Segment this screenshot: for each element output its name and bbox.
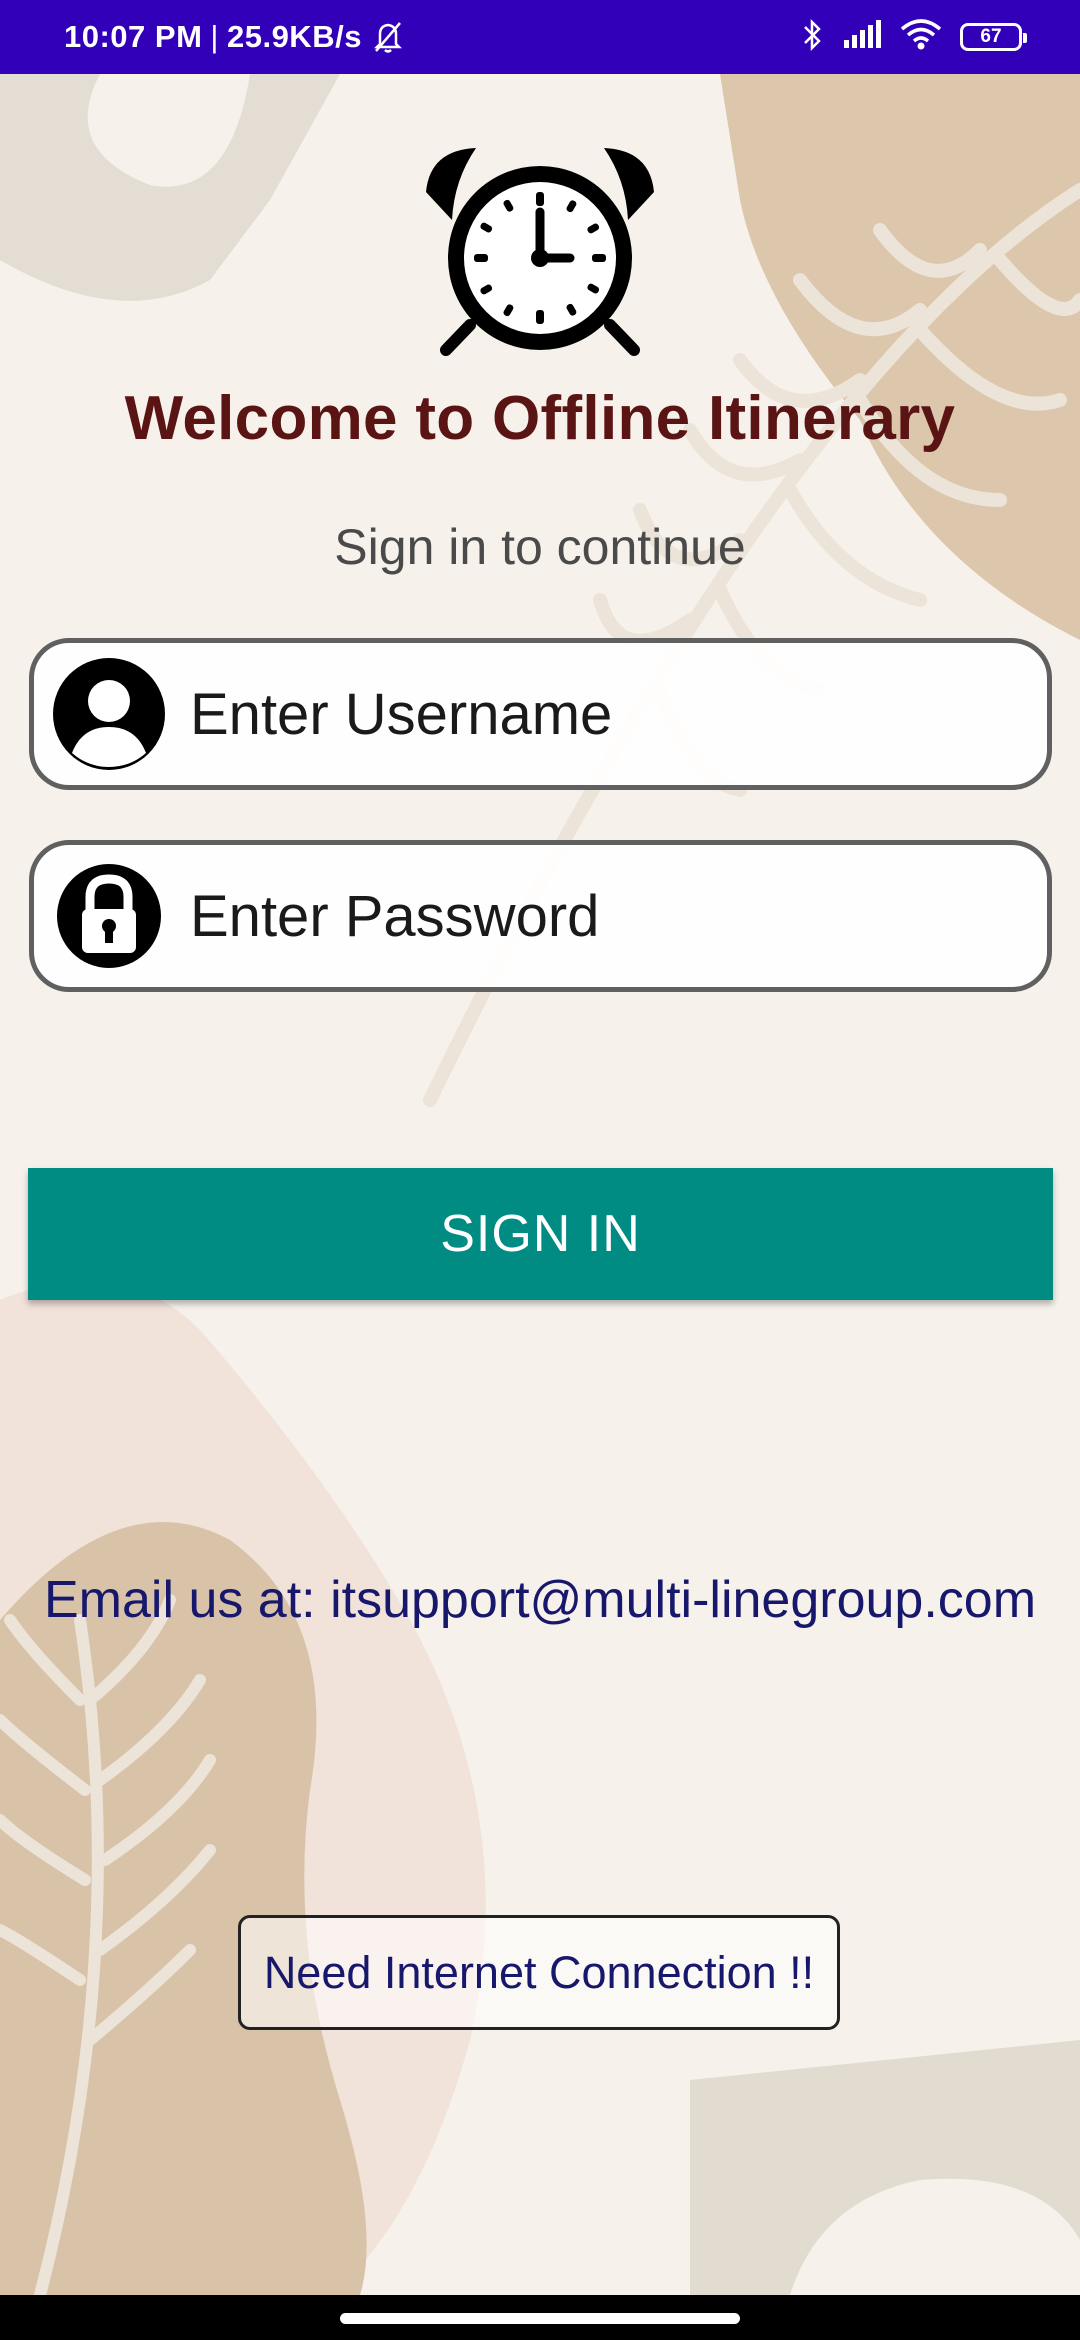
support-email-text[interactable]: Email us at: itsupport@multi-linegroup.c… — [0, 1570, 1080, 1630]
battery-icon: 67 — [960, 23, 1027, 51]
status-time: 10:07 PM — [64, 19, 203, 54]
sign-in-button[interactable]: SIGN IN — [28, 1168, 1053, 1300]
page-title: Welcome to Offline Itinerary — [124, 384, 956, 453]
password-field[interactable] — [29, 840, 1052, 992]
user-avatar-icon — [53, 658, 165, 770]
status-separator: | — [210, 19, 219, 54]
page-subtitle: Sign in to continue — [334, 519, 746, 575]
internet-connection-notice[interactable]: Need Internet Connection !! — [238, 1915, 840, 2030]
username-field[interactable] — [29, 638, 1052, 790]
status-bar: 10:07 PM | 25.9KB/s 67 — [0, 0, 1080, 74]
bluetooth-icon — [802, 18, 824, 57]
wifi-icon — [900, 18, 942, 56]
bell-off-icon — [372, 20, 404, 54]
alarm-clock-icon — [426, 148, 654, 356]
home-indicator[interactable] — [340, 2313, 740, 2324]
status-right: 67 — [802, 18, 1027, 57]
signal-icon — [842, 19, 882, 55]
username-input[interactable] — [188, 679, 1012, 749]
login-screen: 10:07 PM | 25.9KB/s 67 Welcome to Offlin… — [0, 0, 1080, 2340]
battery-level: 67 — [980, 26, 1002, 47]
status-left: 10:07 PM | 25.9KB/s — [64, 19, 404, 55]
network-speed: 25.9KB/s — [226, 19, 362, 54]
padlock-icon — [57, 864, 161, 968]
password-input[interactable] — [188, 881, 1012, 951]
